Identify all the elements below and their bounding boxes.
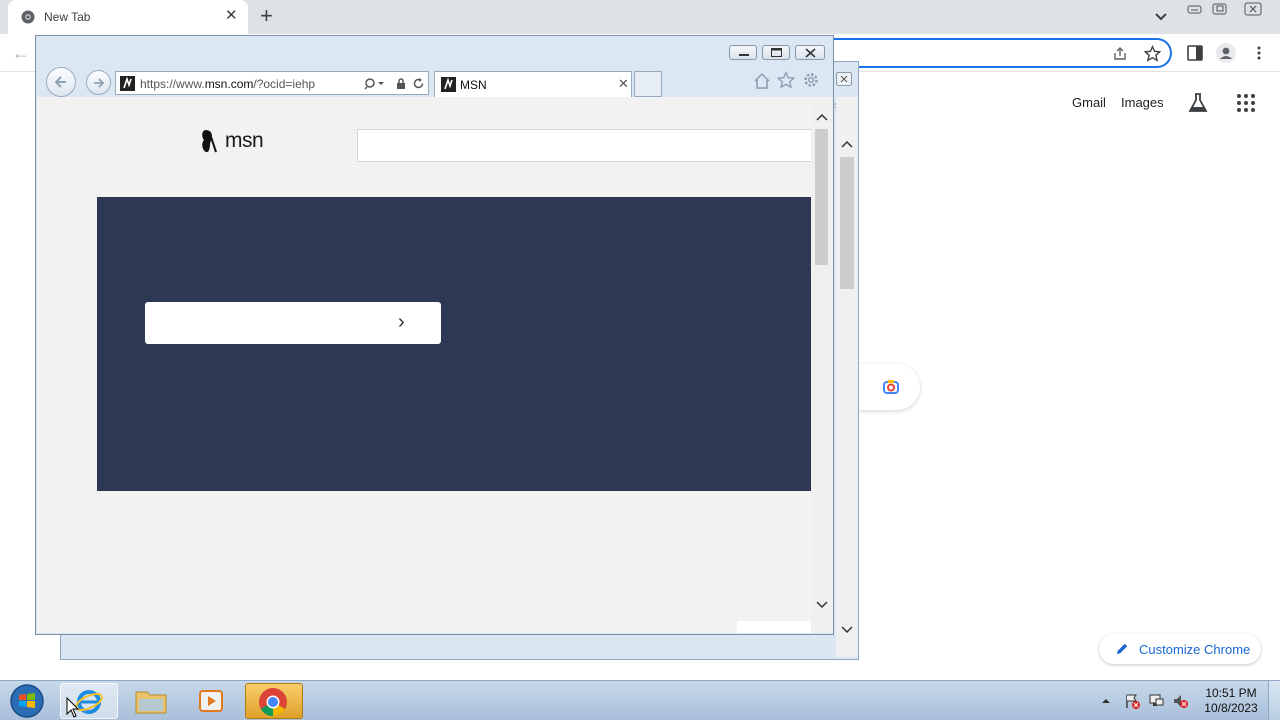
url-domain: msn.com [204,77,254,91]
taskbar-media-player[interactable] [183,683,241,719]
show-hidden-icons-chevron-icon[interactable] [1100,693,1112,709]
close-icon[interactable]: ✕ [618,76,629,92]
chrome-tab-newtab[interactable]: New Tab ✕ [8,0,248,34]
close-icon [805,48,816,58]
minimize-button[interactable] [729,45,757,60]
close-icon[interactable] [836,72,852,86]
close-icon[interactable]: ✕ [225,8,238,24]
media-player-icon [199,690,223,712]
ie-forward-button[interactable] [86,70,111,95]
search-box-tail [858,364,920,410]
scroll-thumb[interactable] [840,157,854,289]
labs-flask-icon[interactable] [1187,92,1209,114]
msn-search-input[interactable] [357,129,813,162]
google-lens-icon[interactable] [882,378,900,396]
star-icon[interactable] [1144,45,1161,62]
ie-window: https://www.msn.com/?ocid=iehp MSN ✕ msn… [35,35,834,635]
lock-icon[interactable] [396,77,406,90]
ie-new-tab-button[interactable] [634,71,662,97]
maximize-icon [771,48,782,57]
profile-avatar-icon[interactable] [1216,43,1236,63]
chevron-up-icon[interactable] [816,112,828,122]
ie-address-bar[interactable]: https://www.msn.com/?ocid=iehp [115,71,429,95]
volume-muted-icon[interactable] [1172,693,1188,709]
share-icon[interactable] [1112,46,1128,62]
mouse-cursor-icon [66,697,80,718]
folder-icon [135,691,167,714]
chrome-logo-icon [21,10,35,24]
back-arrow-icon [54,76,66,88]
images-link[interactable]: Images [1121,95,1164,110]
ie-page-content: msn › [37,97,813,633]
msn-favicon-icon [120,76,135,91]
refresh-icon[interactable] [412,77,425,90]
favorites-star-icon[interactable] [777,71,795,89]
customize-chrome-label: Customize Chrome [1139,642,1251,657]
ie-scrollbar [811,97,833,633]
minimize-icon [739,54,749,56]
chevron-down-icon[interactable] [816,600,828,610]
msn-favicon-icon [441,77,456,92]
chevron-down-icon[interactable] [1152,8,1170,26]
chevron-right-icon[interactable]: › [398,311,405,333]
restore-icon[interactable] [1211,2,1229,16]
start-button-icon[interactable] [7,683,47,719]
customize-chrome-button[interactable]: Customize Chrome [1099,634,1261,664]
ie-tab-msn[interactable]: MSN ✕ [434,71,632,97]
taskbar: 10:51 PM 10/8/2023 [0,680,1280,720]
gmail-link[interactable]: Gmail [1072,95,1106,110]
show-desktop-button[interactable] [1268,681,1280,720]
ie-url-text: https://www.msn.com/?ocid=iehp [140,77,315,91]
side-panel-icon[interactable] [1186,44,1204,62]
msn-logo-text: msn [225,129,264,152]
ie-back-button[interactable] [46,67,76,97]
new-tab-button[interactable]: + [260,5,273,27]
url-path: /?ocid=iehp [253,77,316,91]
taskbar-chrome[interactable] [245,683,303,719]
forward-arrow-icon [94,78,105,88]
taskbar-clock[interactable]: 10:51 PM 10/8/2023 [1196,686,1266,716]
close-window-icon[interactable] [1244,2,1262,16]
ie-back-scrollbar [836,97,858,657]
msn-hero-input[interactable]: › [145,302,441,344]
close-button[interactable] [795,45,825,60]
clock-date: 10/8/2023 [1204,701,1258,715]
chrome-logo-icon [259,688,287,716]
taskbar-file-explorer[interactable] [122,683,180,719]
chrome-tabstrip: New Tab ✕ + [0,0,1280,34]
pencil-icon [1117,643,1128,654]
gear-icon[interactable] [802,71,820,89]
apps-grid-icon[interactable] [1236,93,1256,113]
search-dropdown-icon[interactable] [364,77,386,91]
scroll-thumb[interactable] [815,129,828,265]
chevron-down-icon[interactable] [841,625,853,635]
chrome-tab-label: New Tab [44,10,91,24]
back-arrow-icon[interactable]: ← [12,43,30,64]
omnibox[interactable] [820,38,1172,68]
maximize-button[interactable] [762,45,790,60]
clock-time: 10:51 PM [1205,686,1257,700]
ie-tab-label: MSN [460,78,487,92]
msn-butterfly-logo-icon [202,130,217,153]
msn-hero-banner: › [97,197,811,491]
action-center-flag-icon[interactable] [1124,693,1140,709]
network-icon[interactable] [1148,693,1164,709]
more-menu-icon[interactable] [1250,44,1268,62]
page-fragment [737,621,811,633]
minimize-icon[interactable] [1186,2,1204,16]
url-prefix: https://www. [140,77,205,91]
home-icon[interactable] [753,72,771,90]
chevron-up-icon[interactable] [841,139,853,149]
